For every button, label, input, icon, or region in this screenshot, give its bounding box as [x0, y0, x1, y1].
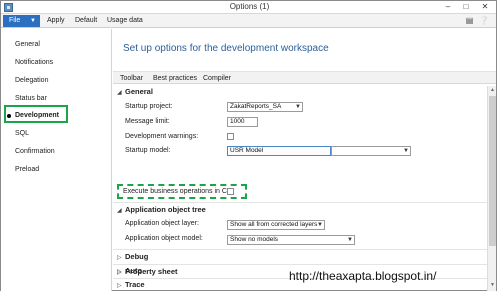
selected-bullet-icon [7, 114, 11, 118]
scroll-down-icon[interactable]: ▼ [489, 282, 496, 289]
page-title: Set up options for the development works… [123, 43, 329, 54]
sidebar-item-label: Development [15, 112, 59, 119]
section-property-sheet-label: Property sheet [125, 267, 178, 276]
sidebar-item-sql[interactable]: SQL [15, 129, 29, 139]
sidebar-item-confirmation[interactable]: Confirmation [15, 147, 55, 157]
close-icon[interactable]: ✕ [478, 1, 492, 13]
tab-toolbar[interactable]: Toolbar [120, 73, 143, 84]
aot-model-label: Application object model: [125, 235, 203, 242]
sidebar-item-preload[interactable]: Preload [15, 165, 39, 175]
section-trace-label: Trace [125, 280, 145, 289]
watermark-url: http://theaxapta.blogspot.in/ [289, 269, 437, 283]
sidebar-item-development[interactable]: Development [7, 111, 59, 121]
options-window: Options (1) – □ ✕ File ▼ Apply Default U… [0, 0, 497, 291]
aot-layer-value: Show all from corrected layers [230, 221, 318, 228]
divider [113, 202, 487, 203]
sidebar-item-delegation[interactable]: Delegation [15, 76, 48, 86]
startup-model-label: Startup model: [125, 147, 171, 154]
aot-layer-label: Application object layer: [125, 220, 199, 227]
section-general-label: General [125, 87, 153, 96]
startup-model-select[interactable]: ▼ [331, 146, 411, 156]
info-icon[interactable]: ▤ [465, 16, 474, 25]
execute-cil-label: Execute business operations in CIL: [123, 188, 235, 195]
section-trace[interactable]: ▷ Trace [117, 280, 145, 290]
development-warnings-checkbox[interactable] [227, 133, 234, 140]
usage-data-button[interactable]: Usage data [107, 15, 143, 27]
section-aot[interactable]: ◢ Application object tree [117, 205, 206, 215]
title-bar: Options (1) – □ ✕ [1, 1, 496, 14]
menu-bar: File ▼ Apply Default Usage data ▤ ❔ [1, 14, 496, 28]
chevron-down-icon: ▼ [347, 237, 353, 243]
startup-model-input[interactable]: USR Model [227, 146, 331, 156]
scroll-up-icon[interactable]: ▲ [489, 87, 496, 94]
apply-button[interactable]: Apply [47, 15, 65, 27]
tab-compiler[interactable]: Compiler [203, 73, 231, 84]
expanded-arrow-icon: ◢ [117, 208, 122, 214]
startup-project-select[interactable]: ZakatReports_SA ▼ [227, 102, 303, 112]
scroll-thumb[interactable] [489, 96, 496, 246]
help-icon[interactable]: ❔ [479, 16, 489, 25]
divider [113, 249, 487, 250]
chevron-down-icon: ▼ [30, 18, 36, 24]
startup-project-label: Startup project: [125, 103, 173, 110]
chevron-down-icon: ▼ [403, 148, 409, 154]
collapsed-arrow-icon: ▷ [117, 255, 122, 261]
vertical-scrollbar[interactable]: ▲ ▼ [487, 86, 496, 291]
collapsed-arrow-icon: ▷ [117, 283, 122, 289]
sidebar-item-general[interactable]: General [15, 40, 40, 50]
tab-best-practices[interactable]: Best practices [153, 73, 197, 84]
minimize-icon[interactable]: – [441, 1, 455, 13]
collapsed-arrow-icon: ▷ [117, 270, 122, 276]
options-content: ◢ General Startup project: ZakatReports_S… [113, 86, 487, 291]
message-limit-input[interactable]: 1000 [227, 117, 258, 127]
file-menu-button[interactable]: File ▼ [3, 15, 40, 27]
sidebar-item-notifications[interactable]: Notifications [15, 58, 53, 68]
window-title: Options (1) [229, 2, 270, 11]
section-debug-label: Debug [125, 252, 149, 261]
aot-model-select[interactable]: Show no models ▼ [227, 235, 355, 245]
main-panel: Set up options for the development works… [113, 29, 496, 291]
startup-project-value: ZakatReports_SA [230, 103, 282, 110]
section-property-sheet[interactable]: ▷ Property sheet [117, 267, 178, 277]
section-debug[interactable]: ▷ Debug [117, 252, 148, 262]
restore-icon[interactable]: □ [459, 1, 473, 13]
section-general[interactable]: ◢ General [117, 87, 153, 97]
message-limit-label: Message limit: [125, 118, 170, 125]
chevron-down-icon: ▼ [295, 104, 301, 110]
tab-strip: Toolbar Best practices Compiler [113, 71, 496, 84]
execute-cil-checkbox[interactable] [227, 188, 234, 195]
divider [113, 264, 487, 265]
options-sidebar: General Notifications Delegation Status … [1, 29, 112, 291]
development-warnings-label: Development warnings: [125, 133, 199, 140]
chevron-down-icon: ▼ [317, 222, 323, 228]
expanded-arrow-icon: ◢ [117, 90, 122, 96]
file-menu-label: File [9, 17, 21, 24]
aot-model-value: Show no models [230, 236, 279, 243]
aot-layer-select[interactable]: Show all from corrected layers ▼ [227, 220, 325, 230]
startup-model-value: USR Model [230, 147, 264, 154]
sidebar-item-status-bar[interactable]: Status bar [15, 94, 47, 104]
section-aot-label: Application object tree [125, 205, 206, 214]
default-button[interactable]: Default [75, 15, 97, 27]
